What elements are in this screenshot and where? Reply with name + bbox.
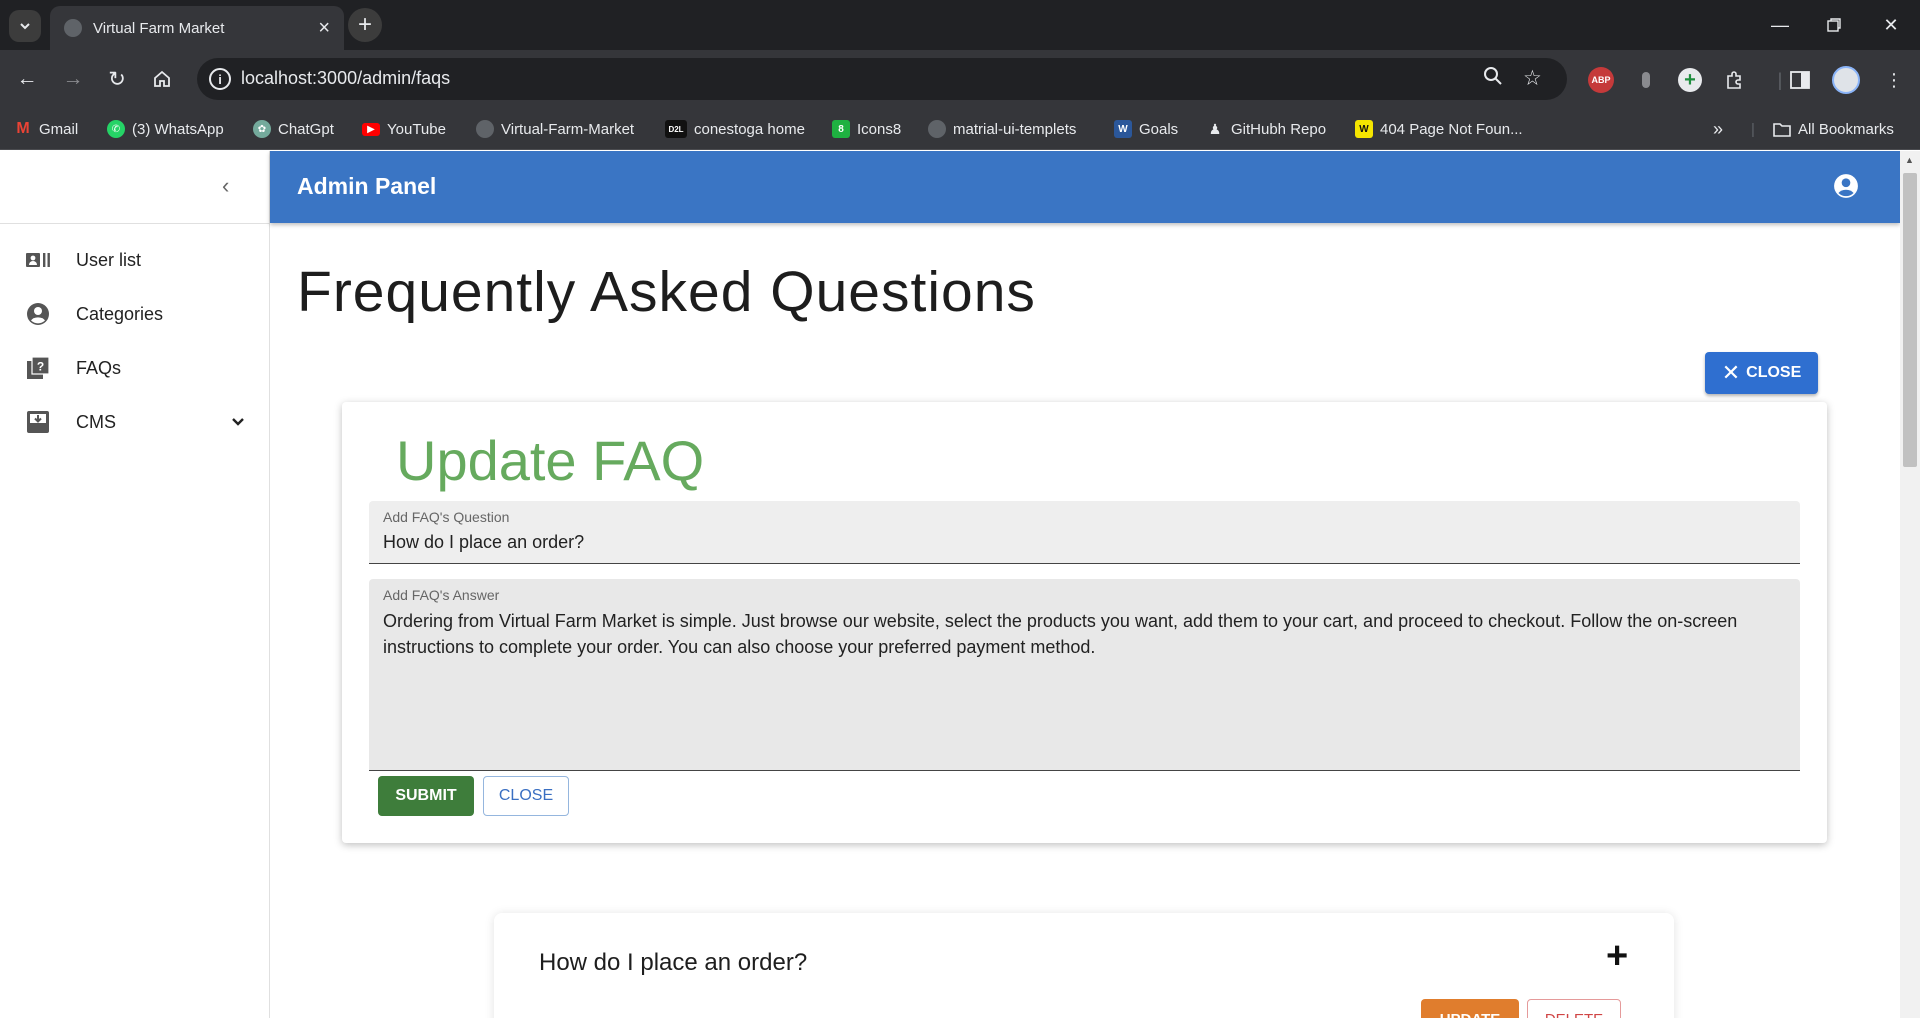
site-info-icon[interactable]: i (209, 68, 231, 90)
faq-question: How do I place an order? (539, 949, 808, 976)
tab-title: Virtual Farm Market (93, 19, 225, 37)
question-label: Add FAQ's Question (383, 509, 510, 525)
extension-icon[interactable] (1632, 66, 1660, 94)
window-close-icon[interactable]: ✕ (1867, 10, 1915, 40)
profile-avatar[interactable] (1832, 66, 1860, 94)
person-icon: ♟ (1208, 120, 1222, 137)
sidebar-item-user-list[interactable]: User list (0, 233, 269, 287)
home-icon[interactable] (145, 62, 179, 96)
answer-textarea[interactable]: Ordering from Virtual Farm Market is sim… (383, 608, 1776, 660)
address-bar[interactable]: i localhost:3000/admin/faqs ☆ (197, 58, 1567, 100)
answer-field[interactable]: Add FAQ's Answer Ordering from Virtual F… (369, 579, 1800, 771)
question-input[interactable]: How do I place an order? (383, 532, 584, 553)
browser-tab-active[interactable]: Virtual Farm Market × (50, 6, 344, 50)
sidebar-item-label: Categories (76, 303, 164, 324)
new-tab-button[interactable]: + (348, 8, 382, 42)
bookmarks-bar: M Gmail ✆ (3) WhatsApp ✿ ChatGpt ▶ YouTu… (0, 108, 1920, 150)
word-icon: W (1114, 120, 1132, 138)
menu-dots-icon[interactable]: ⋮ (1880, 66, 1908, 94)
bookmark-icons8[interactable]: 8 Icons8 (832, 117, 901, 141)
more-bookmarks-icon[interactable]: » (1713, 117, 1723, 141)
account-circle-icon (24, 300, 52, 328)
collapse-sidebar-icon[interactable]: ‹ (222, 173, 229, 199)
browser-tab-bar: Virtual Farm Market × + — ✕ (0, 0, 1920, 50)
sidebar-item-label: CMS (76, 411, 116, 432)
close-form-button[interactable]: ✕ CLOSE (1705, 352, 1818, 394)
faq-item[interactable]: How do I place an order? + UPDATE DELETE (494, 913, 1674, 1018)
scrollbar-thumb[interactable] (1903, 173, 1917, 467)
w-icon: W (1355, 120, 1373, 138)
sidebar-item-label: FAQs (76, 357, 122, 378)
github-icon (928, 120, 946, 138)
bookmark-gmail[interactable]: M Gmail (14, 117, 78, 141)
zoom-icon[interactable] (1483, 66, 1503, 92)
star-icon[interactable]: ☆ (1523, 66, 1542, 91)
bookmark-goals[interactable]: W Goals (1114, 117, 1178, 141)
minimize-icon[interactable]: — (1756, 10, 1804, 40)
question-field[interactable]: Add FAQ's Question How do I place an ord… (369, 501, 1800, 564)
forward-icon[interactable]: → (56, 62, 90, 96)
delete-button[interactable]: DELETE (1527, 999, 1621, 1018)
scroll-up-icon[interactable]: ▲ (1905, 155, 1914, 165)
bookmark-chatgpt[interactable]: ✿ ChatGpt (253, 117, 334, 141)
bookmark-githubh-repo[interactable]: ♟ GitHubh Repo (1206, 117, 1326, 141)
form-title: Update FAQ (396, 429, 705, 492)
youtube-icon: ▶ (362, 122, 380, 136)
sidebar-item-faqs[interactable]: ? FAQs (0, 341, 269, 395)
user-list-icon (24, 246, 52, 274)
page-title: Frequently Asked Questions (297, 260, 1036, 324)
page-viewport: ‹ User list Categories ? FAQs CMS Admin … (0, 151, 1920, 1018)
chevron-down-icon[interactable] (231, 414, 245, 431)
github-icon (476, 120, 494, 138)
sidebar-item-categories[interactable]: Categories (0, 287, 269, 341)
sidebar-item-cms[interactable]: CMS (0, 395, 269, 449)
update-button[interactable]: UPDATE (1421, 999, 1519, 1018)
browser-toolbar: ← → ↻ i localhost:3000/admin/faqs ☆ ABP … (0, 50, 1920, 108)
adblock-icon[interactable]: ABP (1587, 66, 1615, 94)
expand-plus-icon[interactable]: + (1606, 935, 1628, 978)
account-circle-icon[interactable] (1833, 173, 1859, 199)
all-bookmarks[interactable]: All Bookmarks (1773, 117, 1894, 141)
app-bar: Admin Panel (270, 151, 1900, 223)
sidebar: ‹ User list Categories ? FAQs CMS (0, 151, 270, 1018)
bookmark-virtual-farm-market[interactable]: Virtual-Farm-Market (476, 117, 634, 141)
update-faq-form: Update FAQ Add FAQ's Question How do I p… (342, 402, 1827, 843)
sidebar-item-label: User list (76, 249, 142, 270)
svg-text:?: ? (37, 360, 44, 374)
chevron-down-icon (20, 23, 30, 30)
bookmark-404-page[interactable]: W 404 Page Not Foun... (1355, 117, 1523, 141)
sidebar-divider (0, 223, 269, 224)
tab-search-button[interactable] (9, 10, 41, 42)
url-text[interactable]: localhost:3000/admin/faqs (241, 68, 450, 89)
add-extension-icon[interactable]: + (1676, 66, 1704, 94)
cms-icon (24, 408, 52, 436)
close-tab-icon[interactable]: × (318, 18, 330, 38)
puzzle-icon[interactable] (1720, 66, 1748, 94)
chatgpt-icon: ✿ (253, 120, 271, 138)
bookmark-whatsapp[interactable]: ✆ (3) WhatsApp (107, 117, 224, 141)
d2l-icon: D2L (665, 120, 687, 138)
bookmark-conestoga-home[interactable]: D2L conestoga home (665, 117, 805, 141)
answer-label: Add FAQ's Answer (383, 587, 500, 603)
app-title: Admin Panel (297, 173, 437, 199)
back-icon[interactable]: ← (10, 62, 44, 96)
whatsapp-icon: ✆ (107, 120, 125, 138)
reload-icon[interactable]: ↻ (100, 62, 134, 96)
cancel-button[interactable]: CLOSE (483, 776, 569, 816)
gmail-icon: M (16, 120, 30, 137)
side-panel-icon[interactable] (1786, 66, 1814, 94)
folder-icon (1773, 120, 1791, 138)
faq-icon: ? (24, 354, 52, 382)
bookmarks-divider: | (1751, 120, 1755, 138)
submit-button[interactable]: SUBMIT (378, 776, 474, 816)
icons8-icon: 8 (832, 120, 850, 138)
page-scrollbar[interactable]: ▲ (1900, 151, 1920, 1018)
restore-icon[interactable] (1810, 10, 1858, 40)
bookmark-youtube[interactable]: ▶ YouTube (362, 117, 446, 141)
bookmark-matrial-ui-templets[interactable]: matrial-ui-templets (928, 117, 1076, 141)
globe-icon (64, 19, 82, 37)
close-icon: ✕ (1721, 360, 1741, 385)
